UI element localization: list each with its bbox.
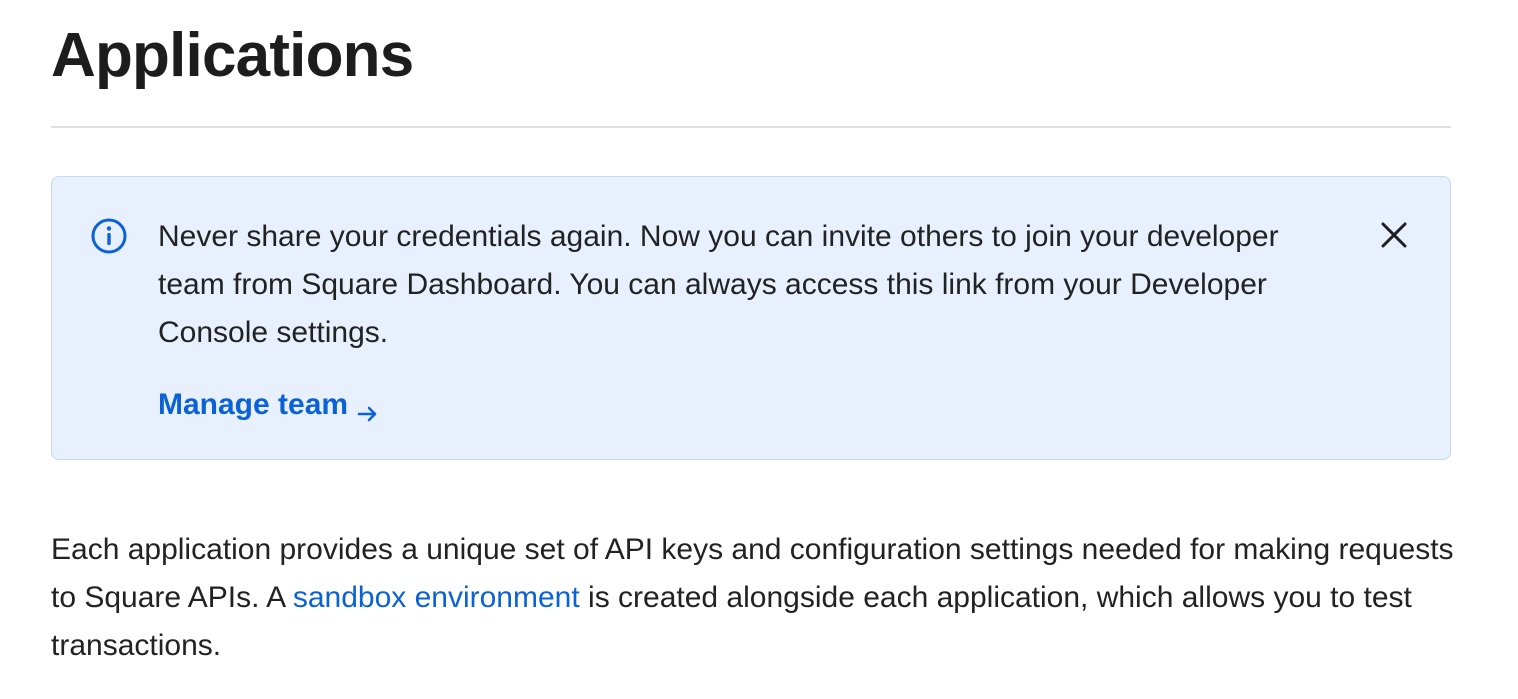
arrow-right-icon <box>356 393 380 422</box>
banner-message: Never share your credentials again. Now … <box>158 220 1279 349</box>
info-banner: Never share your credentials again. Now … <box>51 176 1451 460</box>
applications-description: Each application provides a unique set o… <box>51 526 1471 670</box>
manage-team-link[interactable]: Manage team <box>158 381 380 429</box>
manage-team-label: Manage team <box>158 388 349 421</box>
info-circle-icon <box>90 217 128 255</box>
page-title: Applications <box>51 21 414 90</box>
applications-page: Applications Never share your credential… <box>0 0 1518 699</box>
close-banner-button[interactable] <box>1370 215 1418 255</box>
sandbox-environment-link[interactable]: sandbox environment <box>293 581 580 614</box>
title-divider <box>51 126 1451 128</box>
close-icon <box>1380 221 1408 249</box>
